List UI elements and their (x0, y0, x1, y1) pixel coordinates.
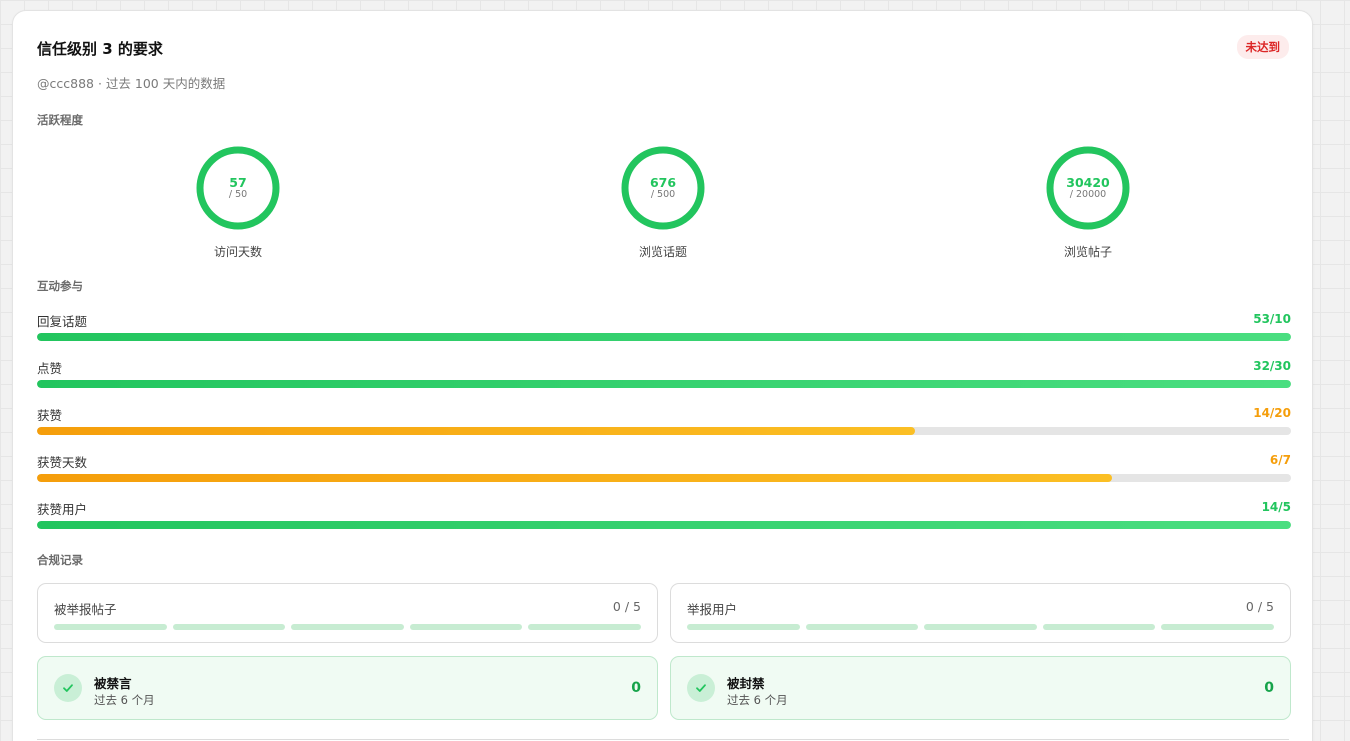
bar-liked-days-value: 6/7 (1269, 453, 1291, 467)
bar-liked-users-label: 获赞用户 (37, 502, 88, 517)
suspended-period: 过去 6 个月 (727, 693, 788, 707)
status-badge: 未达到 (1236, 35, 1289, 59)
silenced-box: 被禁言 过去 6 个月 0 (37, 656, 658, 720)
trust-level-card: 信任级别 3 的要求 未达到 @ccc888 · 过去 100 天内的数据 活跃… (12, 10, 1313, 741)
bar-likes-received: 获赞 14/20 (37, 405, 1291, 445)
page-subtitle: @ccc888 · 过去 100 天内的数据 (37, 76, 226, 91)
bar-liked-days-track (37, 474, 1291, 482)
bar-likes-given-track (37, 380, 1291, 388)
ring-posts-viewed-value: 30420 (1066, 175, 1110, 190)
bar-likes-received-track (37, 427, 1291, 435)
ring-topics-viewed-label: 浏览话题 (638, 245, 687, 259)
reporting-users-box: 举报用户 0 / 5 (670, 583, 1291, 643)
ring-visit-days-label: 访问天数 (213, 245, 262, 259)
bar-liked-days-label: 获赞天数 (37, 455, 88, 470)
ring-posts-viewed-target: / 20000 (1069, 189, 1107, 200)
ring-topics-viewed-value: 676 (649, 175, 677, 190)
bar-likes-received-value: 14/20 (1253, 406, 1291, 420)
segment (409, 624, 523, 630)
ring-posts-viewed-label: 浏览帖子 (1063, 245, 1112, 259)
divider (37, 739, 1289, 740)
bar-replies: 回复话题 53/10 (37, 311, 1291, 351)
segment (1161, 624, 1274, 630)
reporting-users-value: 0 / 5 (1245, 599, 1274, 614)
bar-likes-received-label: 获赞 (37, 408, 63, 423)
ring-visit-days-target: / 50 (228, 189, 248, 200)
bar-likes-received-fill (37, 427, 915, 435)
bar-replies-value: 53/10 (1253, 312, 1291, 326)
segment (528, 624, 641, 630)
activity-rings: 57 / 50 访问天数 676 / 500 浏览话题 30420 / 2000… (13, 144, 1312, 264)
reported-posts-box: 被举报帖子 0 / 5 (37, 583, 658, 643)
bar-liked-days: 获赞天数 6/7 (37, 452, 1291, 492)
reported-posts-value: 0 / 5 (612, 599, 641, 614)
reporting-users-segments (687, 624, 1274, 630)
bar-likes-given-value: 32/30 (1253, 359, 1291, 373)
reporting-users-label: 举报用户 (687, 602, 738, 617)
suspended-label: 被封禁 (727, 676, 765, 691)
segment (172, 624, 286, 630)
suspended-box: 被封禁 过去 6 个月 0 (670, 656, 1291, 720)
section-label-compliance: 合规记录 (37, 553, 83, 567)
bar-replies-fill (37, 333, 1291, 341)
check-icon (54, 674, 82, 702)
ring-visit-days: 57 / 50 访问天数 (178, 144, 298, 260)
section-label-activity: 活跃程度 (37, 113, 83, 127)
reported-posts-label: 被举报帖子 (54, 602, 117, 617)
segment (54, 624, 167, 630)
bar-likes-given: 点赞 32/30 (37, 358, 1291, 398)
segment (924, 624, 1037, 630)
segment (291, 624, 404, 630)
bar-liked-users-track (37, 521, 1291, 529)
reported-posts-segments (54, 624, 641, 630)
silenced-period: 过去 6 个月 (94, 693, 155, 707)
bar-replies-label: 回复话题 (37, 314, 88, 329)
bar-likes-given-fill (37, 380, 1291, 388)
bar-liked-users-value: 14/5 (1261, 500, 1291, 514)
suspended-value: 0 (1264, 680, 1274, 696)
ring-topics-viewed-target: / 500 (650, 189, 676, 200)
bar-liked-users-fill (37, 521, 1291, 529)
bar-liked-days-fill (37, 474, 1112, 482)
segment (805, 624, 919, 630)
page-title: 信任级别 3 的要求 (37, 40, 163, 58)
ring-topics-viewed: 676 / 500 浏览话题 (603, 144, 723, 260)
bar-likes-given-label: 点赞 (37, 361, 63, 376)
ring-visit-days-value: 57 (229, 175, 247, 190)
segment (687, 624, 800, 630)
check-icon (687, 674, 715, 702)
ring-posts-viewed: 30420 / 20000 浏览帖子 (1028, 144, 1148, 260)
silenced-label: 被禁言 (94, 676, 132, 691)
section-label-engagement: 互动参与 (37, 279, 83, 293)
bar-replies-track (37, 333, 1291, 341)
bar-liked-users: 获赞用户 14/5 (37, 499, 1291, 539)
segment (1042, 624, 1156, 630)
silenced-value: 0 (631, 680, 641, 696)
